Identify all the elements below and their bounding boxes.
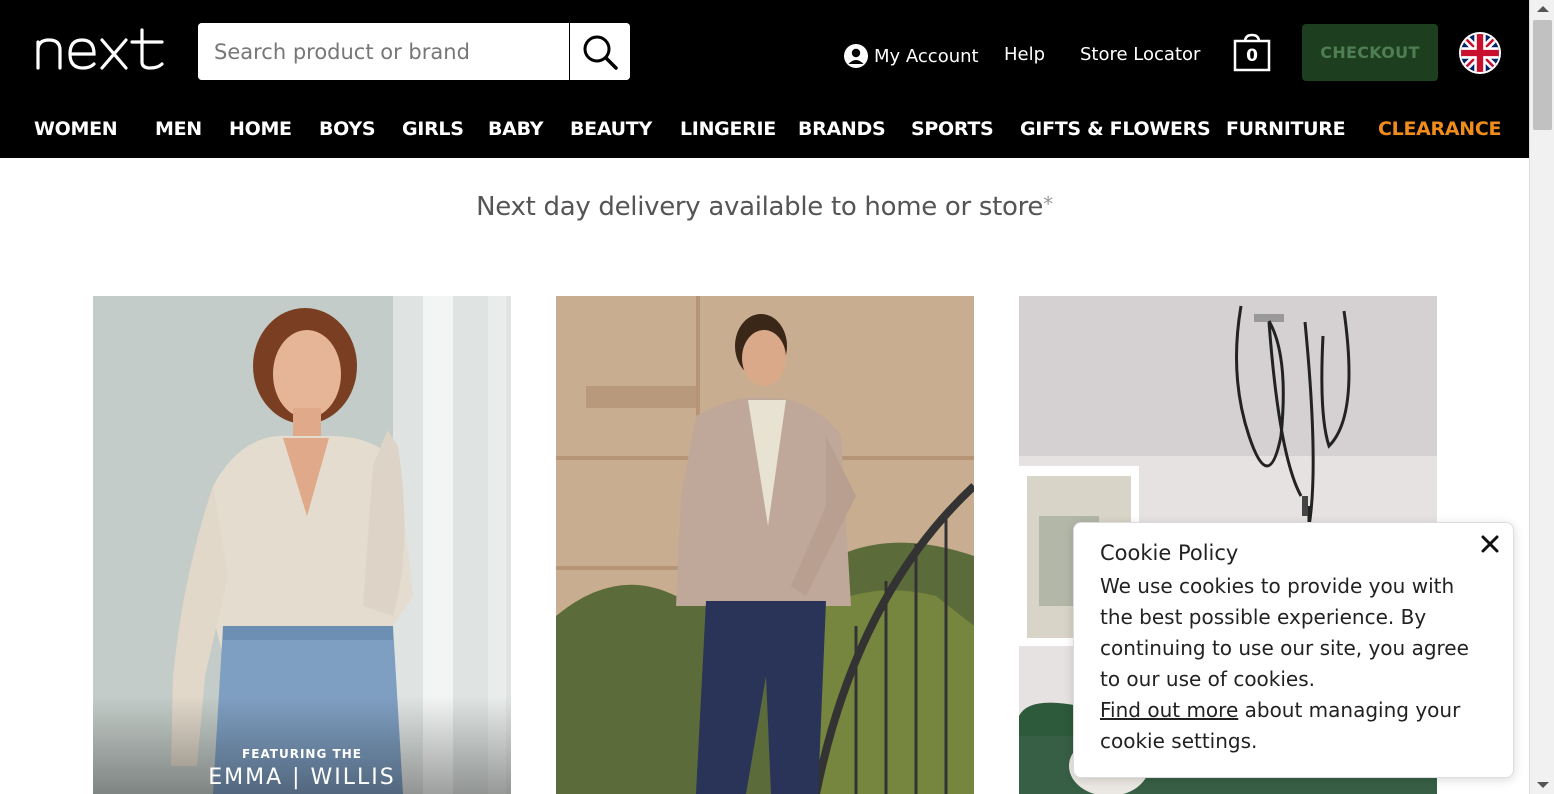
- my-account-label: My Account: [874, 45, 979, 67]
- nav-men[interactable]: MEN: [155, 118, 202, 140]
- promo-tile-women[interactable]: FEATURING THE EMMA | WILLIS: [93, 296, 511, 794]
- cookie-policy-dialog: Cookie Policy We use cookies to provide …: [1073, 522, 1514, 778]
- main-navigation: WOMEN MEN HOME BOYS GIRLS BABY BEAUTY LI…: [0, 118, 1529, 142]
- promo-tile-men[interactable]: [556, 296, 974, 794]
- search-input[interactable]: [198, 23, 570, 80]
- cookie-body: We use cookies to provide you with the b…: [1100, 571, 1487, 757]
- men-promo-image: [556, 296, 974, 794]
- cookie-title: Cookie Policy: [1100, 541, 1239, 565]
- nav-girls[interactable]: GIRLS: [402, 118, 464, 140]
- delivery-banner[interactable]: Next day delivery available to home or s…: [0, 192, 1529, 222]
- delivery-text: Next day delivery available to home or s…: [476, 192, 1044, 222]
- emma-willis-caption: FEATURING THE EMMA | WILLIS: [93, 747, 511, 794]
- my-account-link[interactable]: My Account: [844, 42, 979, 70]
- nav-home[interactable]: HOME: [229, 118, 292, 140]
- find-out-more-link[interactable]: Find out more: [1100, 698, 1238, 722]
- nav-sports[interactable]: SPORTS: [911, 118, 994, 140]
- nav-women[interactable]: WOMEN: [34, 118, 118, 140]
- account-icon: [844, 44, 868, 68]
- uk-flag-icon: [1461, 34, 1499, 72]
- page-scrollbar[interactable]: [1529, 0, 1554, 794]
- nav-beauty[interactable]: BEAUTY: [570, 118, 652, 140]
- scroll-up-arrow[interactable]: [1537, 6, 1549, 12]
- checkout-button[interactable]: CHECKOUT: [1302, 24, 1438, 81]
- search-bar: [198, 23, 630, 80]
- shopping-bag-button[interactable]: 0: [1232, 32, 1272, 72]
- nav-brands[interactable]: BRANDS: [798, 118, 886, 140]
- close-icon[interactable]: [1479, 533, 1501, 555]
- search-button[interactable]: [569, 23, 630, 80]
- nav-furniture[interactable]: FURNITURE: [1226, 118, 1346, 140]
- delivery-asterisk: *: [1043, 192, 1053, 216]
- nav-gifts-flowers[interactable]: GIFTS & FLOWERS: [1020, 118, 1211, 140]
- caption-featuring: FEATURING THE: [242, 747, 362, 761]
- nav-lingerie[interactable]: LINGERIE: [680, 118, 776, 140]
- nav-baby[interactable]: BABY: [488, 118, 544, 140]
- caption-emma-willis: EMMA | WILLIS: [208, 765, 396, 790]
- nav-boys[interactable]: BOYS: [319, 118, 376, 140]
- nav-clearance[interactable]: CLEARANCE: [1378, 118, 1502, 140]
- site-header: My Account Help Store Locator 0 CHECKOUT…: [0, 0, 1529, 158]
- cookie-text: We use cookies to provide you with the b…: [1100, 574, 1469, 691]
- bag-count: 0: [1246, 46, 1258, 66]
- scroll-down-arrow[interactable]: [1537, 782, 1549, 788]
- scroll-thumb[interactable]: [1533, 20, 1552, 130]
- store-locator-link[interactable]: Store Locator: [1080, 44, 1200, 65]
- women-promo-image: [93, 296, 511, 794]
- search-icon: [583, 35, 618, 70]
- country-selector[interactable]: [1459, 32, 1501, 74]
- next-logo[interactable]: [34, 28, 166, 72]
- help-link[interactable]: Help: [1004, 44, 1045, 65]
